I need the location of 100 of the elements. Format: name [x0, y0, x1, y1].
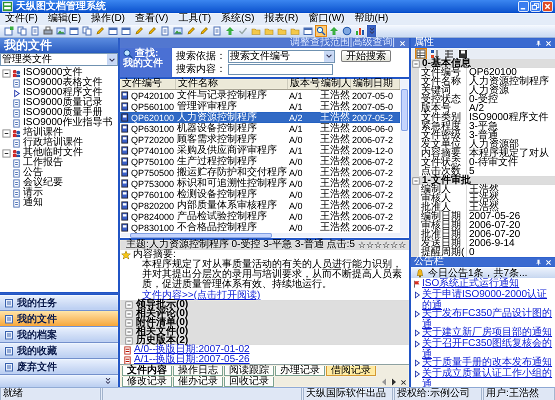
tree-item[interactable]: 会议纪要: [22, 178, 64, 188]
column-header[interactable]: 文件编号: [120, 79, 176, 89]
property-value[interactable]: 本程序规定了对从: [467, 149, 555, 158]
tab[interactable]: 操作日志: [173, 366, 223, 376]
filter-dropdown[interactable]: 管理类文件: [0, 53, 118, 66]
property-value[interactable]: 人力资源: [467, 86, 555, 95]
property-value[interactable]: 王浩然: [467, 185, 555, 194]
tab[interactable]: 催办记录: [173, 377, 223, 387]
tree-item[interactable]: ISO9000作业指导书: [22, 118, 114, 128]
toolbar-button[interactable]: [443, 48, 455, 60]
tab[interactable]: 回收记录: [224, 377, 274, 387]
property-value[interactable]: 0: [467, 248, 555, 257]
property-value[interactable]: 人力资源部: [467, 140, 555, 149]
table-row[interactable]: QP560100 管理评审程序 A/1 王浩然 2007-05-0: [120, 101, 400, 112]
table-row[interactable]: QP753000 标识和可追溯性控制程序 A/0 王浩然 2006-07-2: [120, 178, 400, 189]
table-row[interactable]: QP750500 搬运贮存防护和交付程序 A/0 王浩然 2006-07-2: [120, 167, 400, 178]
pin-button[interactable]: [535, 258, 542, 266]
splitter-handle[interactable]: [120, 238, 409, 240]
table-row[interactable]: QP720200 顾客需求控制程序 A/0 王浩然 2006-07-2: [120, 134, 400, 145]
tree-item[interactable]: ISO9000质量手册: [22, 108, 104, 118]
menu-item[interactable]: 操作(D): [86, 13, 130, 25]
announcement-link[interactable]: ISO系统正式运行通知: [422, 278, 520, 289]
toolbar-button[interactable]: [42, 25, 54, 37]
toolbar-button[interactable]: [457, 48, 469, 60]
table-row[interactable]: QP824000 产品检试验控制程序 A/0 王浩然 2006-07-2: [120, 211, 400, 222]
section-header[interactable]: 相关文件(0): [120, 327, 409, 336]
tree-item[interactable]: 工作报告: [22, 158, 64, 168]
property-value[interactable]: 3-平急: [467, 122, 555, 131]
search-field[interactable]: [228, 64, 333, 75]
tree-item[interactable]: 培训课件: [22, 128, 64, 138]
property-value[interactable]: 2007-05-26: [467, 212, 555, 221]
property-value[interactable]: ISO9000程序文件: [467, 113, 555, 122]
table-row[interactable]: QP830100 不合格品控制程序 A/0 王浩然 2006-07-2: [120, 222, 400, 233]
menu-item[interactable]: 系统(S): [216, 13, 260, 25]
property-group-header[interactable]: 1-文件审批: [411, 176, 555, 185]
property-value[interactable]: 2006-07-20: [467, 221, 555, 230]
next-tab-button[interactable]: [390, 378, 397, 386]
property-value[interactable]: 人力资源控制程序: [467, 77, 555, 86]
tab[interactable]: 阅读跟踪: [224, 366, 274, 376]
nav-button[interactable]: 我的任务: [0, 295, 118, 311]
tree-item[interactable]: ISO9000质量记录: [22, 98, 104, 108]
toolbar-button[interactable]: [415, 48, 427, 60]
property-value[interactable]: 3-普通: [467, 131, 555, 140]
menu-item[interactable]: 文件(F): [0, 13, 43, 25]
table-row[interactable]: QP750100 生产过程控制程序 A/0 王浩然 2006-07-2: [120, 156, 400, 167]
search-basis-dropdown[interactable]: 搜索文件编号: [228, 50, 335, 62]
property-value[interactable]: 王浩然: [467, 194, 555, 203]
toolbar-button[interactable]: [429, 48, 441, 60]
property-value[interactable]: 2006-07-20: [467, 230, 555, 239]
property-value[interactable]: A/2: [467, 104, 555, 113]
tab[interactable]: 借阅记录: [326, 366, 376, 376]
nav-button[interactable]: 我的档案: [0, 327, 118, 343]
tab[interactable]: 文件内容: [122, 366, 172, 376]
nav-button[interactable]: 我的收藏: [0, 343, 118, 359]
version-link[interactable]: A/0--换版日期:2007-01-02: [134, 345, 250, 355]
restore-button[interactable]: [530, 1, 541, 12]
version-link[interactable]: A/1--换版日期:2007-05-26: [134, 355, 250, 365]
section-header[interactable]: 相关评论(0): [120, 309, 409, 318]
tree-item[interactable]: ISO9000文件: [22, 68, 84, 78]
table-row[interactable]: QP620100 人力资源控制程序 A/2 王浩然 2007-05-2: [120, 112, 400, 123]
tree-item[interactable]: 通知: [22, 198, 44, 208]
section-header[interactable]: 附件清单(0): [120, 318, 409, 327]
tree-item[interactable]: ISO9000表格文件: [22, 78, 104, 88]
more-button[interactable]: [104, 377, 112, 385]
section-header[interactable]: 领导批示(0): [120, 300, 409, 309]
property-value[interactable]: 5: [467, 167, 555, 176]
close-button[interactable]: [400, 378, 407, 386]
column-header[interactable]: 编制人: [319, 79, 351, 89]
open-file-link[interactable]: 文件内容>>(点击打开阅读): [142, 290, 260, 301]
nav-button[interactable]: 废弃文件: [0, 359, 118, 375]
menu-item[interactable]: 工具(T): [173, 13, 216, 25]
property-value[interactable]: QP620100: [467, 68, 555, 77]
menu-item[interactable]: 报表(R): [259, 13, 304, 25]
table-row[interactable]: QP420100 文件与记录控制程序 A/1 王浩然 2007-05-0: [120, 90, 400, 101]
section-header[interactable]: 历史版本(2): [120, 336, 409, 345]
menu-item[interactable]: 帮助(H): [349, 13, 394, 25]
minimize-button[interactable]: [518, 1, 529, 12]
table-row[interactable]: QP740100 采购及供应商评审程序 A/1 王浩然 2009-12-0: [120, 145, 400, 156]
pin-button[interactable]: [535, 40, 542, 46]
property-value[interactable]: 0-受控: [467, 95, 555, 104]
tab[interactable]: 办理记录: [275, 366, 325, 376]
tab[interactable]: 修改记录: [122, 377, 172, 387]
table-row[interactable]: QP760100 检测设备控制程序 A/0 王浩然 2006-07-2: [120, 189, 400, 200]
property-value[interactable]: 0-待审文件: [467, 158, 555, 167]
table-row[interactable]: QP820200 内部质量体系审核程序 A/0 王浩然 2006-07-2: [120, 200, 400, 211]
tree-item[interactable]: 行政培训课件: [22, 138, 84, 148]
tree-item[interactable]: 请示: [22, 188, 44, 198]
table-row[interactable]: QP630100 机器设备控制程序 A/1 王浩然 2006-06-0: [120, 123, 400, 134]
property-value[interactable]: 王浩然: [467, 203, 555, 212]
vertical-scrollbar[interactable]: [400, 79, 409, 233]
menu-item[interactable]: 窗口(W): [303, 13, 350, 25]
search-button[interactable]: 开始搜索: [341, 50, 391, 62]
property-value[interactable]: 2006-9-14: [467, 239, 555, 248]
column-header[interactable]: 版本号: [288, 79, 319, 89]
nav-button[interactable]: 我的文件: [0, 311, 118, 327]
tree-item[interactable]: 公告: [22, 168, 44, 178]
property-group-header[interactable]: 0-基本信息: [411, 59, 555, 68]
menu-item[interactable]: 编辑(E): [42, 13, 86, 25]
menu-item[interactable]: 查看(V): [130, 13, 174, 25]
rating-stars[interactable]: ☆☆☆☆☆☆: [358, 240, 406, 250]
